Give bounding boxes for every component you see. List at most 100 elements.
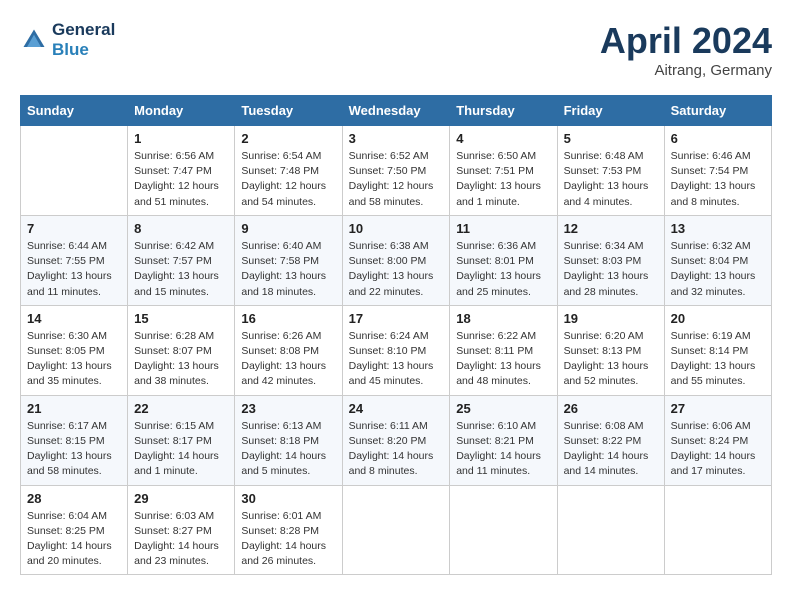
calendar-cell: 21Sunrise: 6:17 AMSunset: 8:15 PMDayligh… bbox=[21, 395, 128, 485]
day-number: 10 bbox=[349, 221, 444, 236]
day-detail: Sunrise: 6:46 AMSunset: 7:54 PMDaylight:… bbox=[671, 149, 765, 210]
day-detail: Sunrise: 6:52 AMSunset: 7:50 PMDaylight:… bbox=[349, 149, 444, 210]
day-detail: Sunrise: 6:54 AMSunset: 7:48 PMDaylight:… bbox=[241, 149, 335, 210]
calendar-cell: 23 Sunrise: 6:13 AMSunset: 8:18 PMDayligh… bbox=[235, 395, 342, 485]
day-number: 9 bbox=[241, 221, 335, 236]
day-detail: Sunrise: 6:50 AMSunset: 7:51 PMDaylight:… bbox=[456, 149, 550, 210]
day-number: 6 bbox=[671, 131, 765, 146]
calendar-cell bbox=[21, 126, 128, 216]
day-detail: Sunrise: 6:34 AMSunset: 8:03 PMDaylight:… bbox=[564, 239, 658, 300]
logo-text-line2: Blue bbox=[52, 40, 115, 60]
calendar-cell: 2 Sunrise: 6:54 AMSunset: 7:48 PMDaylight… bbox=[235, 126, 342, 216]
weekday-header-saturday: Saturday bbox=[664, 96, 771, 126]
day-number: 25 bbox=[456, 401, 550, 416]
day-detail: Sunrise: 6:08 AMSunset: 8:22 PMDaylight:… bbox=[564, 419, 658, 480]
day-number: 13 bbox=[671, 221, 765, 236]
calendar-cell: 18Sunrise: 6:22 AMSunset: 8:11 PMDayligh… bbox=[450, 305, 557, 395]
calendar-cell: 13 Sunrise: 6:32 AMSunset: 8:04 PMDayligh… bbox=[664, 215, 771, 305]
day-detail: Sunrise: 6:26 AMSunset: 8:08 PMDaylight:… bbox=[241, 329, 335, 390]
weekday-header-tuesday: Tuesday bbox=[235, 96, 342, 126]
calendar-cell: 16Sunrise: 6:26 AMSunset: 8:08 PMDayligh… bbox=[235, 305, 342, 395]
day-detail: Sunrise: 6:03 AMSunset: 8:27 PMDaylight:… bbox=[134, 509, 228, 570]
location: Aitrang, Germany bbox=[600, 62, 772, 79]
day-number: 1 bbox=[134, 131, 228, 146]
day-detail: Sunrise: 6:17 AMSunset: 8:15 PMDaylight:… bbox=[27, 419, 121, 480]
day-number: 30 bbox=[241, 491, 335, 506]
week-row-4: 21Sunrise: 6:17 AMSunset: 8:15 PMDayligh… bbox=[21, 395, 772, 485]
calendar-cell: 29 Sunrise: 6:03 AMSunset: 8:27 PMDayligh… bbox=[128, 485, 235, 575]
calendar-cell: 15Sunrise: 6:28 AMSunset: 8:07 PMDayligh… bbox=[128, 305, 235, 395]
calendar-cell: 20Sunrise: 6:19 AMSunset: 8:14 PMDayligh… bbox=[664, 305, 771, 395]
week-row-1: 1Sunrise: 6:56 AMSunset: 7:47 PMDaylight… bbox=[21, 126, 772, 216]
day-detail: Sunrise: 6:13 AMSunset: 8:18 PMDaylight:… bbox=[241, 419, 335, 480]
calendar-cell bbox=[664, 485, 771, 575]
calendar-table: SundayMondayTuesdayWednesdayThursdayFrid… bbox=[20, 95, 772, 575]
day-detail: Sunrise: 6:20 AMSunset: 8:13 PMDaylight:… bbox=[564, 329, 658, 390]
day-detail: Sunrise: 6:48 AMSunset: 7:53 PMDaylight:… bbox=[564, 149, 658, 210]
calendar-cell: 30 Sunrise: 6:01 AMSunset: 8:28 PMDayligh… bbox=[235, 485, 342, 575]
day-detail: Sunrise: 6:06 AMSunset: 8:24 PMDaylight:… bbox=[671, 419, 765, 480]
day-number: 5 bbox=[564, 131, 658, 146]
title-block: April 2024 Aitrang, Germany bbox=[600, 20, 772, 79]
day-detail: Sunrise: 6:44 AMSunset: 7:55 PMDaylight:… bbox=[27, 239, 121, 300]
weekday-header-wednesday: Wednesday bbox=[342, 96, 450, 126]
calendar-cell: 7 Sunrise: 6:44 AMSunset: 7:55 PMDaylight… bbox=[21, 215, 128, 305]
day-number: 27 bbox=[671, 401, 765, 416]
calendar-cell: 3 Sunrise: 6:52 AMSunset: 7:50 PMDaylight… bbox=[342, 126, 450, 216]
day-detail: Sunrise: 6:32 AMSunset: 8:04 PMDaylight:… bbox=[671, 239, 765, 300]
weekday-header-thursday: Thursday bbox=[450, 96, 557, 126]
day-detail: Sunrise: 6:42 AMSunset: 7:57 PMDaylight:… bbox=[134, 239, 228, 300]
weekday-header-friday: Friday bbox=[557, 96, 664, 126]
day-detail: Sunrise: 6:01 AMSunset: 8:28 PMDaylight:… bbox=[241, 509, 335, 570]
day-number: 28 bbox=[27, 491, 121, 506]
day-detail: Sunrise: 6:24 AMSunset: 8:10 PMDaylight:… bbox=[349, 329, 444, 390]
day-number: 14 bbox=[27, 311, 121, 326]
calendar-cell: 12Sunrise: 6:34 AMSunset: 8:03 PMDayligh… bbox=[557, 215, 664, 305]
day-detail: Sunrise: 6:04 AMSunset: 8:25 PMDaylight:… bbox=[27, 509, 121, 570]
calendar-cell: 14 Sunrise: 6:30 AMSunset: 8:05 PMDayligh… bbox=[21, 305, 128, 395]
day-detail: Sunrise: 6:38 AMSunset: 8:00 PMDaylight:… bbox=[349, 239, 444, 300]
day-detail: Sunrise: 6:10 AMSunset: 8:21 PMDaylight:… bbox=[456, 419, 550, 480]
calendar-cell bbox=[342, 485, 450, 575]
calendar-cell bbox=[450, 485, 557, 575]
day-number: 24 bbox=[349, 401, 444, 416]
day-detail: Sunrise: 6:11 AMSunset: 8:20 PMDaylight:… bbox=[349, 419, 444, 480]
day-detail: Sunrise: 6:28 AMSunset: 8:07 PMDaylight:… bbox=[134, 329, 228, 390]
day-detail: Sunrise: 6:19 AMSunset: 8:14 PMDaylight:… bbox=[671, 329, 765, 390]
day-number: 2 bbox=[241, 131, 335, 146]
day-number: 22 bbox=[134, 401, 228, 416]
calendar-cell: 10 Sunrise: 6:38 AMSunset: 8:00 PMDayligh… bbox=[342, 215, 450, 305]
calendar-cell: 1Sunrise: 6:56 AMSunset: 7:47 PMDaylight… bbox=[128, 126, 235, 216]
day-number: 17 bbox=[349, 311, 444, 326]
calendar-cell: 25 Sunrise: 6:10 AMSunset: 8:21 PMDayligh… bbox=[450, 395, 557, 485]
day-detail: Sunrise: 6:15 AMSunset: 8:17 PMDaylight:… bbox=[134, 419, 228, 480]
day-detail: Sunrise: 6:36 AMSunset: 8:01 PMDaylight:… bbox=[456, 239, 550, 300]
calendar-cell: 17 Sunrise: 6:24 AMSunset: 8:10 PMDayligh… bbox=[342, 305, 450, 395]
day-number: 8 bbox=[134, 221, 228, 236]
day-number: 29 bbox=[134, 491, 228, 506]
weekday-header-sunday: Sunday bbox=[21, 96, 128, 126]
week-row-5: 28 Sunrise: 6:04 AMSunset: 8:25 PMDayligh… bbox=[21, 485, 772, 575]
day-number: 26 bbox=[564, 401, 658, 416]
week-row-3: 14 Sunrise: 6:30 AMSunset: 8:05 PMDayligh… bbox=[21, 305, 772, 395]
calendar-cell bbox=[557, 485, 664, 575]
day-detail: Sunrise: 6:22 AMSunset: 8:11 PMDaylight:… bbox=[456, 329, 550, 390]
week-row-2: 7 Sunrise: 6:44 AMSunset: 7:55 PMDaylight… bbox=[21, 215, 772, 305]
day-number: 23 bbox=[241, 401, 335, 416]
logo: General Blue bbox=[20, 20, 115, 59]
logo-text-line1: General bbox=[52, 20, 115, 40]
logo-icon bbox=[20, 26, 48, 54]
weekday-header-row: SundayMondayTuesdayWednesdayThursdayFrid… bbox=[21, 96, 772, 126]
weekday-header-monday: Monday bbox=[128, 96, 235, 126]
day-number: 3 bbox=[349, 131, 444, 146]
day-number: 7 bbox=[27, 221, 121, 236]
calendar-cell: 6 Sunrise: 6:46 AMSunset: 7:54 PMDaylight… bbox=[664, 126, 771, 216]
day-number: 19 bbox=[564, 311, 658, 326]
calendar-cell: 28 Sunrise: 6:04 AMSunset: 8:25 PMDayligh… bbox=[21, 485, 128, 575]
page-header: General Blue April 2024 Aitrang, Germany bbox=[20, 20, 772, 79]
calendar-cell: 26 Sunrise: 6:08 AMSunset: 8:22 PMDayligh… bbox=[557, 395, 664, 485]
day-detail: Sunrise: 6:30 AMSunset: 8:05 PMDaylight:… bbox=[27, 329, 121, 390]
calendar-cell: 22 Sunrise: 6:15 AMSunset: 8:17 PMDayligh… bbox=[128, 395, 235, 485]
calendar-cell: 8 Sunrise: 6:42 AMSunset: 7:57 PMDaylight… bbox=[128, 215, 235, 305]
calendar-cell: 4Sunrise: 6:50 AMSunset: 7:51 PMDaylight… bbox=[450, 126, 557, 216]
